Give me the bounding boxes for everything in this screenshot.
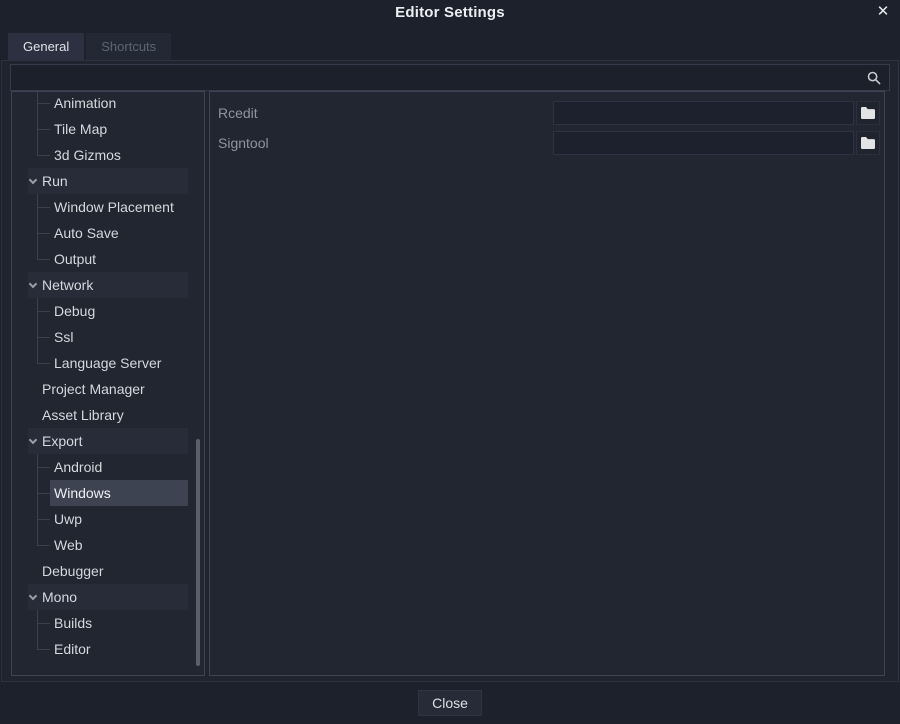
property-row-rcedit: Rcedit [210,98,884,128]
tree-item-label: Run [42,173,68,189]
tree-item-3d-gizmos[interactable]: 3d Gizmos [12,142,204,168]
tree-item-label: Uwp [54,511,82,527]
tree-item-export[interactable]: Export [12,428,204,454]
tree-item-tile-map[interactable]: Tile Map [12,116,204,142]
tree-item-label: Ssl [54,329,73,345]
tree-item-label: Windows [54,485,111,501]
tree-item-asset-library[interactable]: Asset Library [12,402,204,428]
tree-item-uwp[interactable]: Uwp [12,506,204,532]
tree-item-language-server[interactable]: Language Server [12,350,204,376]
tree-item-run[interactable]: Run [12,168,204,194]
tree-item-label: Mono [42,589,77,605]
footer: Close [0,682,900,724]
close-icon[interactable]: ✕ [873,2,893,22]
close-button[interactable]: Close [418,690,482,716]
tree-item-android[interactable]: Android [12,454,204,480]
tree-item-label: Asset Library [42,407,124,423]
property-row-signtool: Signtool [210,128,884,158]
tree-item-label: Android [54,459,102,475]
tree-scrollbar-thumb[interactable] [196,439,200,666]
tree-item-label: Network [42,277,93,293]
settings-tree-panel: Animation Tile Map 3d Gizmos Run Window Plac… [11,91,205,676]
tree-item-label: Export [42,433,82,449]
tab-bar: GeneralShortcuts [8,33,171,60]
tree-item-ssl[interactable]: Ssl [12,324,204,350]
tree-item-label: Project Manager [42,381,145,397]
search-icon [867,71,881,85]
tab-general[interactable]: General [8,33,84,60]
signtool-path-input[interactable] [553,131,854,155]
dialog-title: Editor Settings [0,4,900,21]
tree-item-debug[interactable]: Debug [12,298,204,324]
tab-shortcuts[interactable]: Shortcuts [86,33,171,60]
settings-tree: Animation Tile Map 3d Gizmos Run Window Plac… [12,91,204,662]
property-label: Signtool [218,135,553,151]
titlebar: Editor Settings ✕ [0,0,900,30]
tree-item-web[interactable]: Web [12,532,204,558]
signtool-browse-button[interactable] [856,131,880,155]
tree-item-window-placement[interactable]: Window Placement [12,194,204,220]
tree-item-editor[interactable]: Editor [12,636,204,662]
properties-panel: Rcedit Signtool [209,91,885,676]
tree-item-label: Window Placement [54,199,174,215]
tree-item-label: Language Server [54,355,161,371]
tree-item-label: Debugger [42,563,104,579]
folder-icon [860,136,876,150]
tab-content-panel: Animation Tile Map 3d Gizmos Run Window Plac… [1,60,899,682]
tree-item-label: Tile Map [54,121,107,137]
properties-list: Rcedit Signtool [210,98,884,158]
tree-item-label: Web [54,537,83,553]
tree-item-mono[interactable]: Mono [12,584,204,610]
tree-item-label: Debug [54,303,95,319]
tree-item-label: Auto Save [54,225,119,241]
tree-item-label: Output [54,251,96,267]
property-label: Rcedit [218,105,553,121]
rcedit-browse-button[interactable] [856,101,880,125]
tree-item-label: Animation [54,95,116,111]
folder-icon [860,106,876,120]
tree-item-windows[interactable]: Windows [12,480,204,506]
tree-item-label: Builds [54,615,92,631]
search-bar [10,64,890,91]
tree-item-animation[interactable]: Animation [12,91,204,116]
tree-item-label: Editor [54,641,91,657]
tree-item-label: 3d Gizmos [54,147,121,163]
tree-item-project-manager[interactable]: Project Manager [12,376,204,402]
tree-item-auto-save[interactable]: Auto Save [12,220,204,246]
tree-item-output[interactable]: Output [12,246,204,272]
tree-item-debugger[interactable]: Debugger [12,558,204,584]
tree-item-network[interactable]: Network [12,272,204,298]
tree-item-builds[interactable]: Builds [12,610,204,636]
rcedit-path-input[interactable] [553,101,854,125]
search-input[interactable] [11,65,889,90]
